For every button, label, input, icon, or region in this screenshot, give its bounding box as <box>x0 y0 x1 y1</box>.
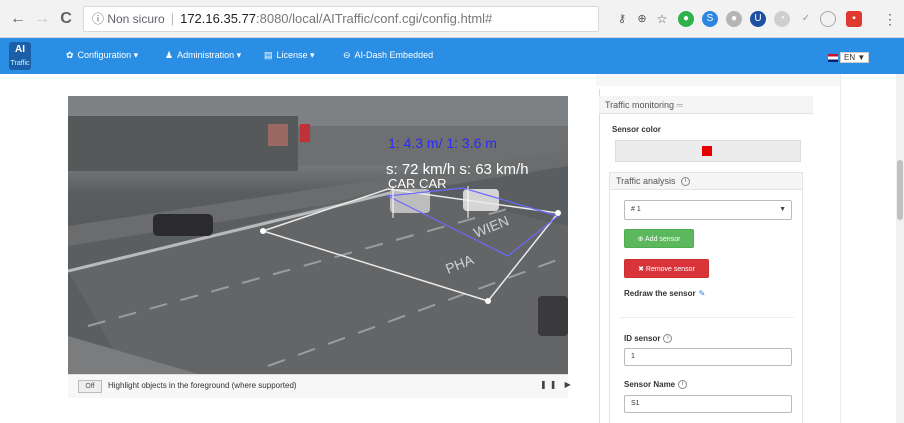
app-logo[interactable]: AI Traffic <box>9 42 31 70</box>
sensor-name-label: Sensor Name i <box>624 380 688 390</box>
highlight-toggle[interactable]: Off <box>78 380 102 393</box>
panel-divider <box>620 317 794 318</box>
logo-subtext: Traffic <box>10 60 30 67</box>
info-icon[interactable]: i <box>663 334 673 344</box>
building <box>268 124 288 146</box>
video-overlay: WIEN PHA 1: 4.3 m/ 1: 3.6 m s: 72 km/h s… <box>68 96 568 374</box>
forward-icon[interactable]: → <box>32 9 52 29</box>
menu-dash[interactable]: ⊖ AI-Dash Embedded <box>343 50 433 61</box>
car-left <box>153 214 213 236</box>
zone-vertex-3 <box>555 210 561 216</box>
back-icon[interactable]: ← <box>8 9 28 29</box>
panel-top-strip <box>596 74 840 86</box>
id-sensor-label: ID sensor i <box>624 334 673 344</box>
extension-red-icon[interactable]: ▪ <box>846 11 862 27</box>
page-scrollbar[interactable] <box>896 74 904 423</box>
extension-grey-icon[interactable]: ● <box>726 11 742 27</box>
menu-license-label: License <box>276 50 308 60</box>
address-bar[interactable]: ⓘ Non sicuro | 172.16.35.77:8080/local/AIT… <box>83 6 599 32</box>
info-icon[interactable]: i <box>678 380 688 390</box>
url-host: 172.16.35.77 <box>180 11 256 26</box>
overlay-length-label: 1: 4.3 m/ 1: 3.6 m <box>388 135 497 151</box>
address-separator: | <box>170 11 175 26</box>
extension-clock-icon[interactable]: ◔ <box>774 11 790 27</box>
sensor-select[interactable]: # 1 ▼ <box>624 200 792 220</box>
overlay-class-label: CAR CAR <box>388 176 447 191</box>
extension-check-icon[interactable]: ✓ <box>798 11 814 27</box>
collapse-icon[interactable]: ═ <box>677 100 683 110</box>
redraw-sensor-label: Redraw the sensor <box>624 289 696 298</box>
id-sensor-input[interactable]: 1 <box>624 348 792 366</box>
user-icon: ♟ <box>165 50 174 60</box>
key-icon[interactable]: ⚷ <box>614 11 630 27</box>
reload-icon[interactable]: C <box>56 9 76 29</box>
sensor-color-swatch[interactable] <box>702 146 712 156</box>
red-sign <box>300 124 310 142</box>
zone-vertex-2 <box>485 298 491 304</box>
language-select[interactable]: EN ▼ <box>840 52 870 64</box>
uk-flag-icon <box>828 53 838 62</box>
road-main <box>68 186 568 374</box>
id-sensor-label-text: ID sensor <box>624 334 661 343</box>
video-feed[interactable]: WIEN PHA 1: 4.3 m/ 1: 3.6 m s: 72 km/h s… <box>68 96 568 374</box>
license-icon: ▤ <box>264 50 273 60</box>
pencil-icon[interactable]: ✎ <box>699 289 706 298</box>
sensor-color-label: Sensor color <box>612 125 661 134</box>
add-sensor-button[interactable]: ⊕ Add sensor <box>624 229 694 248</box>
extension-circle-icon[interactable] <box>820 11 836 27</box>
url-path: :8080/local/AITraffic/conf.cgi/config.ht… <box>256 11 493 26</box>
language-selector[interactable]: EN ▼ <box>828 52 870 65</box>
bookmark-star-icon[interactable]: ☆ <box>654 11 670 27</box>
highlight-label: Highlight objects in the foreground (whe… <box>108 381 297 390</box>
traffic-analysis-title: Traffic analysis <box>616 176 676 186</box>
security-indicator[interactable]: ⓘ Non sicuro <box>92 12 165 26</box>
zoom-icon[interactable]: ⊕ <box>634 11 650 27</box>
extension-skype-icon[interactable]: S <box>702 11 718 27</box>
scrollbar-thumb[interactable] <box>897 160 903 220</box>
extension-ublock-icon[interactable]: U <box>750 11 766 27</box>
sensor-select-value: # 1 <box>631 206 641 213</box>
menu-dash-label: AI-Dash Embedded <box>354 50 434 60</box>
info-icon[interactable]: i <box>681 177 691 187</box>
sensor-name-label-text: Sensor Name <box>624 380 676 389</box>
extension-evernote-icon[interactable]: ● <box>678 11 694 27</box>
dash-icon: ⊖ <box>343 50 351 60</box>
logo-text: AI <box>15 44 25 55</box>
chevron-down-icon: ▼ <box>779 206 786 213</box>
menu-configuration-label: Configuration <box>77 50 132 60</box>
menu-administration[interactable]: ♟ Administration ▾ <box>165 50 241 61</box>
browser-menu-icon[interactable]: ⋮ <box>880 9 900 29</box>
pause-play-controls[interactable]: ❚❚ ▶ <box>540 380 574 389</box>
zone-vertex-1 <box>260 228 266 234</box>
remove-sensor-button[interactable]: ✖ Remove sensor <box>624 259 709 278</box>
traffic-monitoring-title: Traffic monitoring <box>605 100 675 110</box>
gear-icon: ✿ <box>66 50 74 60</box>
menu-license[interactable]: ▤ License ▾ <box>264 50 315 61</box>
traffic-analysis-header[interactable]: Traffic analysis i <box>609 172 803 190</box>
redraw-sensor[interactable]: Redraw the sensor ✎ <box>624 289 705 298</box>
menu-administration-label: Administration <box>177 50 235 60</box>
car-right <box>538 296 568 336</box>
menu-configuration[interactable]: ✿ Configuration ▾ <box>66 50 138 61</box>
right-margin <box>840 74 896 423</box>
sensor-name-input[interactable]: S1 <box>624 395 792 413</box>
tree-line <box>68 116 298 171</box>
traffic-monitoring-header[interactable]: Traffic monitoring ═ <box>599 96 813 114</box>
